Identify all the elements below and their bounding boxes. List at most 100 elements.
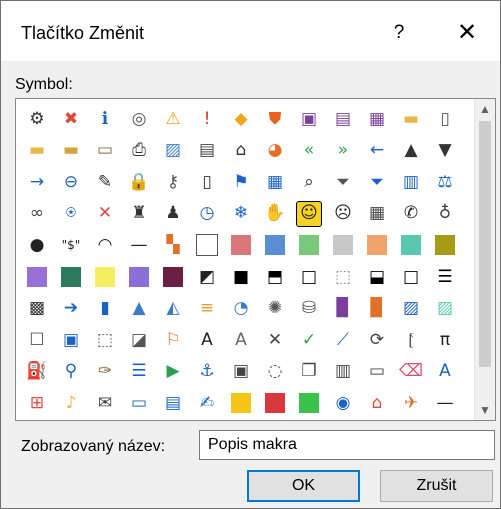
eight-ball-icon[interactable]: ● [25,233,49,257]
windows-logo-icon[interactable]: ⊞ [25,391,49,415]
pi-icon[interactable]: π [433,328,457,352]
picture-icon[interactable]: ▨ [161,139,185,163]
empty-box-icon[interactable]: □ [399,265,423,289]
exclamation-icon[interactable]: ! [195,107,219,131]
help-button[interactable]: ? [381,17,417,49]
eye-icon[interactable]: ◠ [93,233,117,257]
shield-icon[interactable]: ⛊ [263,107,287,131]
cone-icon[interactable]: ▲ [127,297,151,321]
purple-book-icon[interactable]: ▉ [331,297,355,321]
border-box-icon[interactable]: □ [297,265,321,289]
calendar-icon[interactable]: ▦ [263,170,287,194]
printer-icon[interactable]: ⎙ [127,139,151,163]
image-landscape-icon[interactable]: ▨ [433,297,457,321]
purple-swatch-icon[interactable] [25,265,49,289]
piggy-bank-icon[interactable]: ♁ [433,202,457,226]
page-icon[interactable]: ▭ [365,360,389,384]
sad-face-icon[interactable]: ☹ [331,202,355,226]
paint-bucket-icon[interactable]: ⛽ [25,360,49,384]
search-icon[interactable]: ⌕ [297,170,321,194]
calculator-icon[interactable]: ▦ [365,202,389,226]
bottom-fill-icon[interactable]: ⬓ [365,265,389,289]
white-swatch-icon[interactable] [195,233,219,257]
image-gallery-icon[interactable]: ▨ [399,297,423,321]
display-name-input[interactable] [199,430,495,460]
person-icon[interactable]: ♟ [161,202,185,226]
dotted-frame-icon[interactable]: ⬚ [93,328,117,352]
new-document-icon[interactable]: ▯ [433,107,457,131]
text-gray-icon[interactable]: A [229,328,253,352]
frame-icon[interactable]: ☐ [25,328,49,352]
cylinder-icon[interactable]: ⛁ [297,297,321,321]
link-icon[interactable]: ∞ [25,202,49,226]
smiley-icon[interactable]: ☺ [296,200,322,227]
cancel-button[interactable]: Zrušit [380,470,493,502]
mute-icon[interactable]: ✕ [93,202,117,226]
triangle-down-icon[interactable]: ▼ [433,139,457,163]
flag-chart-icon[interactable]: ⚐ [161,328,185,352]
symbol-scrollbar[interactable]: ▲ ▼ [474,99,495,420]
circle-back-icon[interactable]: ⊖ [59,170,83,194]
chart-edit-icon[interactable]: ⟋ [331,328,355,352]
person-suit-icon[interactable]: ♜ [127,202,151,226]
anchor-icon[interactable]: ⚓ [195,360,219,384]
violet-swatch-icon[interactable] [127,265,151,289]
bell-icon[interactable]: ♪ [59,391,83,415]
picture-frame-icon[interactable]: ▣ [59,328,83,352]
forward-double-icon[interactable]: » [331,139,355,163]
check-icon[interactable]: ✓ [297,328,321,352]
triangle-up-icon[interactable]: ▲ [399,139,423,163]
green-swatch-icon[interactable] [297,233,321,257]
scroll-up-arrow-icon[interactable]: ▲ [475,99,495,119]
save-as-icon[interactable]: ▤ [331,107,355,131]
mobile-icon[interactable]: ▯ [195,170,219,194]
hand-icon[interactable]: ✋ [263,202,287,226]
form-icon[interactable]: ▤ [161,391,185,415]
copy-icon[interactable]: ❐ [297,360,321,384]
filter-clear-icon[interactable]: ⏷ [365,170,389,194]
italic-a-icon[interactable]: A [433,360,457,384]
move-folder-icon[interactable]: ▭ [93,139,117,163]
signpost-icon[interactable]: ✈ [399,391,423,415]
clock-icon[interactable]: ◷ [195,202,219,226]
briefcase-icon[interactable]: ▣ [229,360,253,384]
card-icon[interactable]: ▭ [127,391,151,415]
envelope-icon[interactable]: ✉ [93,391,117,415]
slash-box-icon[interactable]: ◪ [127,328,151,352]
globe-icon[interactable]: ◉ [331,391,355,415]
close-button[interactable]: ✕ [447,17,487,49]
house-globe-icon[interactable]: ⌂ [365,391,389,415]
book-icon[interactable]: ▥ [399,170,423,194]
folder-up-icon[interactable]: ▬ [59,139,83,163]
snowflake-icon[interactable]: ❄ [229,202,253,226]
info-icon[interactable]: ℹ [93,107,117,131]
orange-swatch-icon[interactable] [365,233,389,257]
shape-add-icon[interactable]: ◌ [263,360,287,384]
folder-icon[interactable]: ▬ [399,107,423,131]
red-hatch-swatch-icon[interactable] [263,391,287,415]
striped-box-icon[interactable]: ☰ [433,265,457,289]
warning-icon[interactable]: ⚠ [161,107,185,131]
arrow-right-icon[interactable]: → [25,170,49,194]
arrow-left-icon[interactable]: ← [365,139,389,163]
dash-icon[interactable]: — [127,233,151,257]
microphone-icon[interactable]: ⍟ [59,202,83,226]
home-icon[interactable]: ⌂ [229,139,253,163]
scales-icon[interactable]: ⚖ [433,170,457,194]
pie-chart-icon[interactable]: ◕ [263,139,287,163]
gold-swatch-icon[interactable] [229,391,253,415]
clipboard-icon[interactable]: ▥ [331,360,355,384]
blue-swatch-icon[interactable] [263,233,287,257]
lock-icon[interactable]: 🔒 [127,170,151,194]
document-page-icon[interactable]: ▤ [195,139,219,163]
scroll-thumb[interactable] [479,121,491,367]
dark-green-swatch-icon[interactable] [59,265,83,289]
back-double-icon[interactable]: « [297,139,321,163]
text-box-icon[interactable]: A [195,328,219,352]
red-swatch-icon[interactable] [229,233,253,257]
color-grid-icon[interactable]: ▚ [161,233,185,257]
refresh-icon[interactable]: ⟳ [365,328,389,352]
flag-icon[interactable]: ⚑ [229,170,253,194]
error-icon[interactable]: ✖ [59,107,83,131]
dotted-box-icon[interactable]: ⬚ [331,265,355,289]
